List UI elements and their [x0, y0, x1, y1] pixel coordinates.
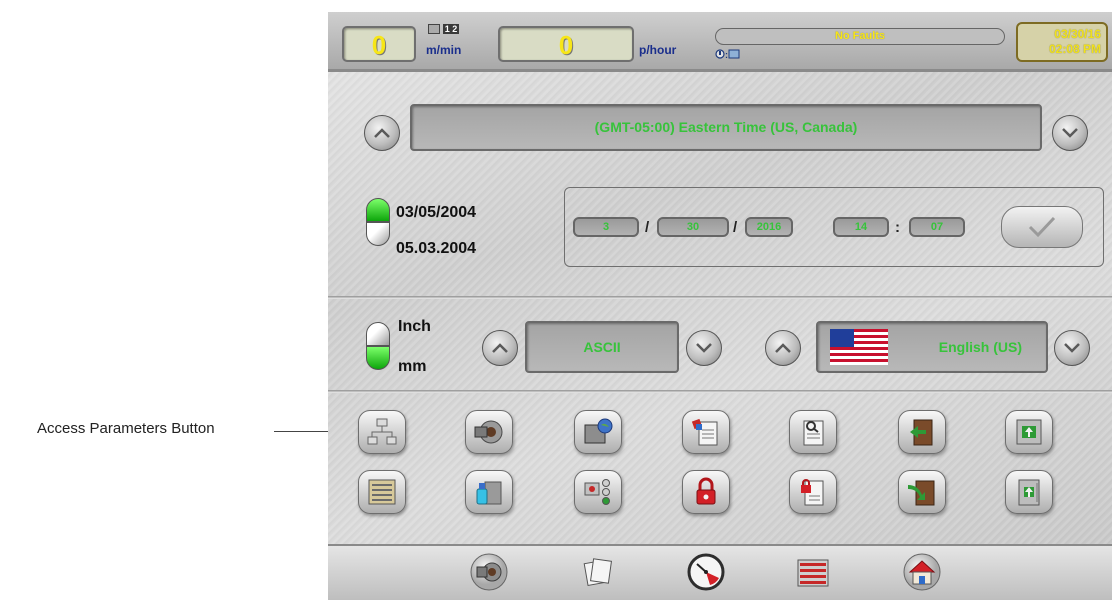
lock-document-icon: [801, 479, 824, 506]
callout-access-parameters: Access Parameters Button: [37, 420, 215, 437]
chevron-up-icon: [775, 343, 791, 353]
date-format-us-indicator[interactable]: [366, 198, 390, 222]
unit-toggle[interactable]: [366, 322, 390, 370]
wrench-document-button[interactable]: [789, 410, 837, 454]
encoding-prev-button[interactable]: [482, 330, 518, 366]
speed-display: 0: [342, 26, 416, 62]
pressure-gauge-icon: [687, 553, 725, 591]
date-format-us-label: 03/05/2004: [396, 204, 477, 221]
chevron-up-icon: [374, 128, 390, 138]
screen-globe-icon: [584, 418, 613, 444]
chevron-up-icon: [492, 343, 508, 353]
encoding-field[interactable]: ASCII: [525, 321, 679, 373]
door-enter-icon: [908, 480, 935, 506]
timezone-next-button[interactable]: [1052, 115, 1088, 151]
cleaning-spray-icon: [476, 481, 502, 505]
lock-document-button[interactable]: [789, 470, 837, 514]
access-parameters-button[interactable]: [358, 410, 406, 454]
die-setup-button[interactable]: [465, 410, 513, 454]
bottom-nav-bar: [328, 544, 1112, 600]
tooling-icon: [470, 553, 508, 591]
screen-upload-button[interactable]: [1005, 410, 1053, 454]
wrench-document-icon: [803, 420, 824, 446]
nav-pages-button[interactable]: [574, 550, 622, 594]
timezone-field[interactable]: (GMT-05:00) Eastern Time (US, Canada): [410, 104, 1042, 151]
report-icon: [797, 559, 829, 587]
nav-home-button[interactable]: [898, 550, 946, 594]
panel-upload-button[interactable]: [1005, 470, 1053, 514]
time-separator: :: [895, 219, 900, 236]
language-value: English (US): [938, 339, 1022, 355]
svg-text::: :: [725, 50, 728, 60]
rate-unit: p/hour: [639, 43, 677, 57]
list-panel-button[interactable]: [358, 470, 406, 514]
chevron-down-icon: [696, 343, 712, 353]
clock-date: 03/30/16: [1054, 27, 1101, 41]
nav-report-button[interactable]: [789, 550, 837, 594]
door-exit-icon: [910, 419, 933, 446]
speed-unit: m/min: [426, 43, 462, 57]
signal-lights-button[interactable]: [574, 470, 622, 514]
date-separator: /: [733, 219, 738, 236]
signal-lights-icon: [584, 479, 610, 505]
door-enter-button[interactable]: [898, 470, 946, 514]
unit-inch-label: Inch: [398, 318, 431, 335]
nav-tooling-button[interactable]: [465, 550, 513, 594]
hour-input[interactable]: 14: [833, 217, 889, 237]
counter-badge: 1 2: [442, 24, 460, 34]
panel-upload-icon: [1018, 479, 1040, 506]
chevron-down-icon: [1062, 128, 1078, 138]
rate-value: 0: [558, 30, 574, 60]
access-parameters-icon: [367, 418, 397, 445]
home-icon: [903, 553, 941, 591]
padlock-button[interactable]: [682, 470, 730, 514]
cleaning-spray-button[interactable]: [465, 470, 513, 514]
language-prev-button[interactable]: [765, 330, 801, 366]
list-panel-icon: [368, 479, 396, 505]
date-format-toggle[interactable]: [366, 198, 390, 246]
door-exit-button[interactable]: [898, 410, 946, 454]
date-separator: /: [645, 219, 650, 236]
confirm-datetime-button[interactable]: [1001, 206, 1083, 248]
datetime-editor: 3 / 30 / 2016 14 : 07: [564, 187, 1104, 267]
us-flag-icon: [830, 329, 888, 365]
timezone-prev-button[interactable]: [364, 115, 400, 151]
month-input[interactable]: 3: [573, 217, 639, 237]
die-setup-icon: [474, 420, 503, 444]
checkmark-icon: [1028, 216, 1056, 238]
clipboard-tools-icon: [691, 418, 718, 446]
speed-value: 0: [371, 30, 387, 60]
clipboard-tools-button[interactable]: [682, 410, 730, 454]
year-input[interactable]: 2016: [745, 217, 793, 237]
counter-icon: 1 2: [428, 24, 460, 35]
clock-time: 02:08 PM: [1048, 42, 1101, 56]
clock-display: 03/30/16 02:08 PM: [1016, 22, 1108, 62]
unit-inch-indicator[interactable]: [366, 322, 390, 346]
unit-mm-label: mm: [398, 358, 427, 375]
screen-upload-icon: [1016, 419, 1042, 445]
operator-icon: :: [715, 48, 741, 63]
date-format-eu-label: 05.03.2004: [396, 240, 477, 257]
hmi-panel: 0 1 2 m/min 0 p/hour No Faults : 03/30/1…: [328, 12, 1112, 600]
language-field[interactable]: English (US): [816, 321, 1048, 373]
chevron-down-icon: [1064, 343, 1080, 353]
encoding-next-button[interactable]: [686, 330, 722, 366]
padlock-icon: [696, 477, 716, 505]
section-divider: [328, 390, 1112, 393]
day-input[interactable]: 30: [657, 217, 729, 237]
unit-mm-indicator[interactable]: [366, 346, 390, 370]
screen-globe-button[interactable]: [574, 410, 622, 454]
language-next-button[interactable]: [1054, 330, 1090, 366]
minute-input[interactable]: 07: [909, 217, 965, 237]
fault-status: No Faults: [715, 28, 1005, 45]
section-divider: [328, 296, 1112, 299]
nav-pressure-gauge-button[interactable]: [682, 550, 730, 594]
date-format-eu-indicator[interactable]: [366, 222, 390, 246]
status-bar: 0 1 2 m/min 0 p/hour No Faults : 03/30/1…: [328, 12, 1112, 72]
pages-icon: [583, 558, 613, 586]
rate-display: 0: [498, 26, 634, 62]
